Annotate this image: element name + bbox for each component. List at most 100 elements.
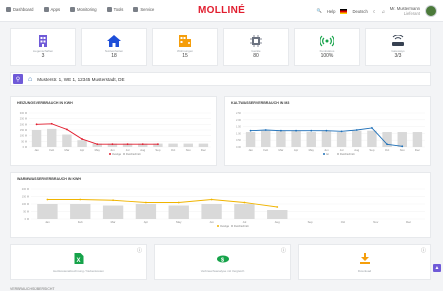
x-tick-label: Aug xyxy=(140,148,145,152)
y-tick-label: 0 M xyxy=(23,145,27,149)
action-card-billing[interactable]: ⓘ X Heizkostenabrechnung / Nebenkosten xyxy=(10,244,147,280)
language-select[interactable]: Deutsch xyxy=(352,9,367,14)
x-tick-label: Jul xyxy=(340,148,344,152)
coldwater-chart-panel: KALTWASSERVERBRAUCH IN M3 2.50 2.00 1.50 1.… xyxy=(224,96,431,166)
bar xyxy=(168,205,189,219)
x-tick-label: Aug xyxy=(354,148,359,152)
help-link[interactable]: Help xyxy=(327,9,336,14)
data-point xyxy=(141,143,144,146)
x-tick-label: Jan xyxy=(248,148,253,152)
nav-label: Tools xyxy=(113,7,124,12)
info-icon[interactable]: ⓘ xyxy=(421,247,426,254)
apps-icon xyxy=(43,7,49,12)
data-point xyxy=(50,122,53,125)
info-icon[interactable]: ⓘ xyxy=(137,247,142,254)
bar xyxy=(168,143,178,147)
avatar[interactable] xyxy=(425,5,437,17)
x-tick-label: Nov xyxy=(400,148,406,152)
home-icon[interactable]: ⌂ xyxy=(28,76,32,83)
apartment-icon xyxy=(178,35,192,47)
action-card-download[interactable]: ⓘ Download xyxy=(298,244,431,280)
nav-tools[interactable]: Tools xyxy=(106,7,124,12)
brand-logo[interactable]: MOLLINÉ xyxy=(198,5,245,16)
theme-icon[interactable]: ☾ xyxy=(373,9,377,14)
legend-label: Overige xyxy=(220,224,230,228)
data-point xyxy=(112,199,114,202)
x-tick-label: Oct xyxy=(171,148,176,152)
service-icon xyxy=(133,7,139,12)
bar xyxy=(267,210,288,219)
data-point xyxy=(145,201,147,204)
header-right: 🔍 Help Deutsch ☾ ♫ Mr. Mustermann Liefer… xyxy=(317,5,437,17)
legend-swatch xyxy=(337,153,339,155)
nav-dashboard[interactable]: Dashboard xyxy=(6,7,34,12)
bar xyxy=(62,134,72,147)
y-tick-label: 1.50 xyxy=(236,125,242,129)
address-text: Musterstr. 1, WE 1, 12345 Musterstadt, D… xyxy=(37,76,125,82)
card-units[interactable]: Nutzeinheiten 18 xyxy=(81,28,147,66)
nav-monitoring[interactable]: Monitoring xyxy=(70,7,97,12)
x-tick-label: Mar xyxy=(111,220,116,224)
chat-button[interactable]: ▲ xyxy=(433,264,441,272)
legend-label: Ist xyxy=(326,152,329,156)
user-info[interactable]: Mr. Mustermann Lieferant xyxy=(390,6,420,16)
bar xyxy=(135,204,157,219)
bar xyxy=(352,130,362,147)
x-tick-label: Apr xyxy=(80,148,84,152)
top-bar: Dashboard Apps Monitoring Tools Service … xyxy=(0,0,443,22)
card-radio-status[interactable]: Funkstatus 100% xyxy=(294,28,360,66)
bar xyxy=(201,204,222,219)
card-value: 18 xyxy=(111,53,117,59)
legend-label: Overige xyxy=(112,152,122,156)
legend-swatch xyxy=(323,153,325,155)
x-tick-label: Apr xyxy=(144,220,148,224)
data-point xyxy=(276,206,279,208)
data-point xyxy=(249,129,252,132)
legend-swatch xyxy=(123,153,125,155)
x-tick-label: Jan xyxy=(34,148,39,152)
x-tick-label: Jul xyxy=(243,220,247,224)
bar xyxy=(183,143,193,147)
y-tick-label: 1.00 xyxy=(236,131,242,135)
bell-icon[interactable]: ♫ xyxy=(382,9,385,14)
card-properties[interactable]: Liegenschaften 3 xyxy=(10,28,76,66)
nav-label: Dashboard xyxy=(13,7,34,12)
house-icon xyxy=(107,35,121,47)
y-tick-label: 200 M xyxy=(20,122,27,126)
nav-service[interactable]: Service xyxy=(133,7,154,12)
info-icon[interactable]: ⓘ xyxy=(281,247,286,254)
card-gateways[interactable]: Gateways 3/3 xyxy=(365,28,431,66)
data-point xyxy=(35,123,38,126)
data-point xyxy=(340,130,343,133)
data-point xyxy=(79,198,82,201)
location-icon[interactable]: ⚲ xyxy=(13,74,23,84)
card-apartments[interactable]: Wohnungen 15 xyxy=(152,28,218,66)
x-tick-label: Mar xyxy=(65,148,70,152)
bar xyxy=(234,204,255,219)
action-label: Download xyxy=(357,269,372,273)
data-point xyxy=(295,129,297,132)
x-tick-label: Dec xyxy=(406,220,412,224)
card-value: 80 xyxy=(253,53,259,59)
bar xyxy=(198,143,209,147)
bar xyxy=(245,132,256,147)
x-tick-label: Dec xyxy=(201,148,207,152)
y-tick-label: 150 M xyxy=(20,128,27,132)
y-tick-label: 0 M xyxy=(25,217,29,221)
section-footer: VERBRAUCHSÜBERSICHT xyxy=(10,287,55,291)
data-point xyxy=(210,198,213,201)
card-devices[interactable]: Geräte 80 xyxy=(223,28,289,66)
data-point xyxy=(310,129,313,132)
nav-apps[interactable]: Apps xyxy=(43,7,60,12)
german-flag-icon xyxy=(340,8,348,14)
x-tick-label: Oct xyxy=(385,148,390,152)
search-icon[interactable]: 🔍 xyxy=(317,8,322,14)
data-point xyxy=(66,128,68,131)
user-role: Lieferant xyxy=(403,11,420,16)
x-tick-label: Apr xyxy=(294,148,298,152)
bar xyxy=(77,140,87,147)
bar xyxy=(367,130,377,147)
action-card-analysis[interactable]: ⓘ $ Verbrauchsanalyse mit Vergleich xyxy=(154,244,291,280)
download-icon xyxy=(359,251,371,269)
legend-label: Durchschnitt xyxy=(234,224,249,228)
